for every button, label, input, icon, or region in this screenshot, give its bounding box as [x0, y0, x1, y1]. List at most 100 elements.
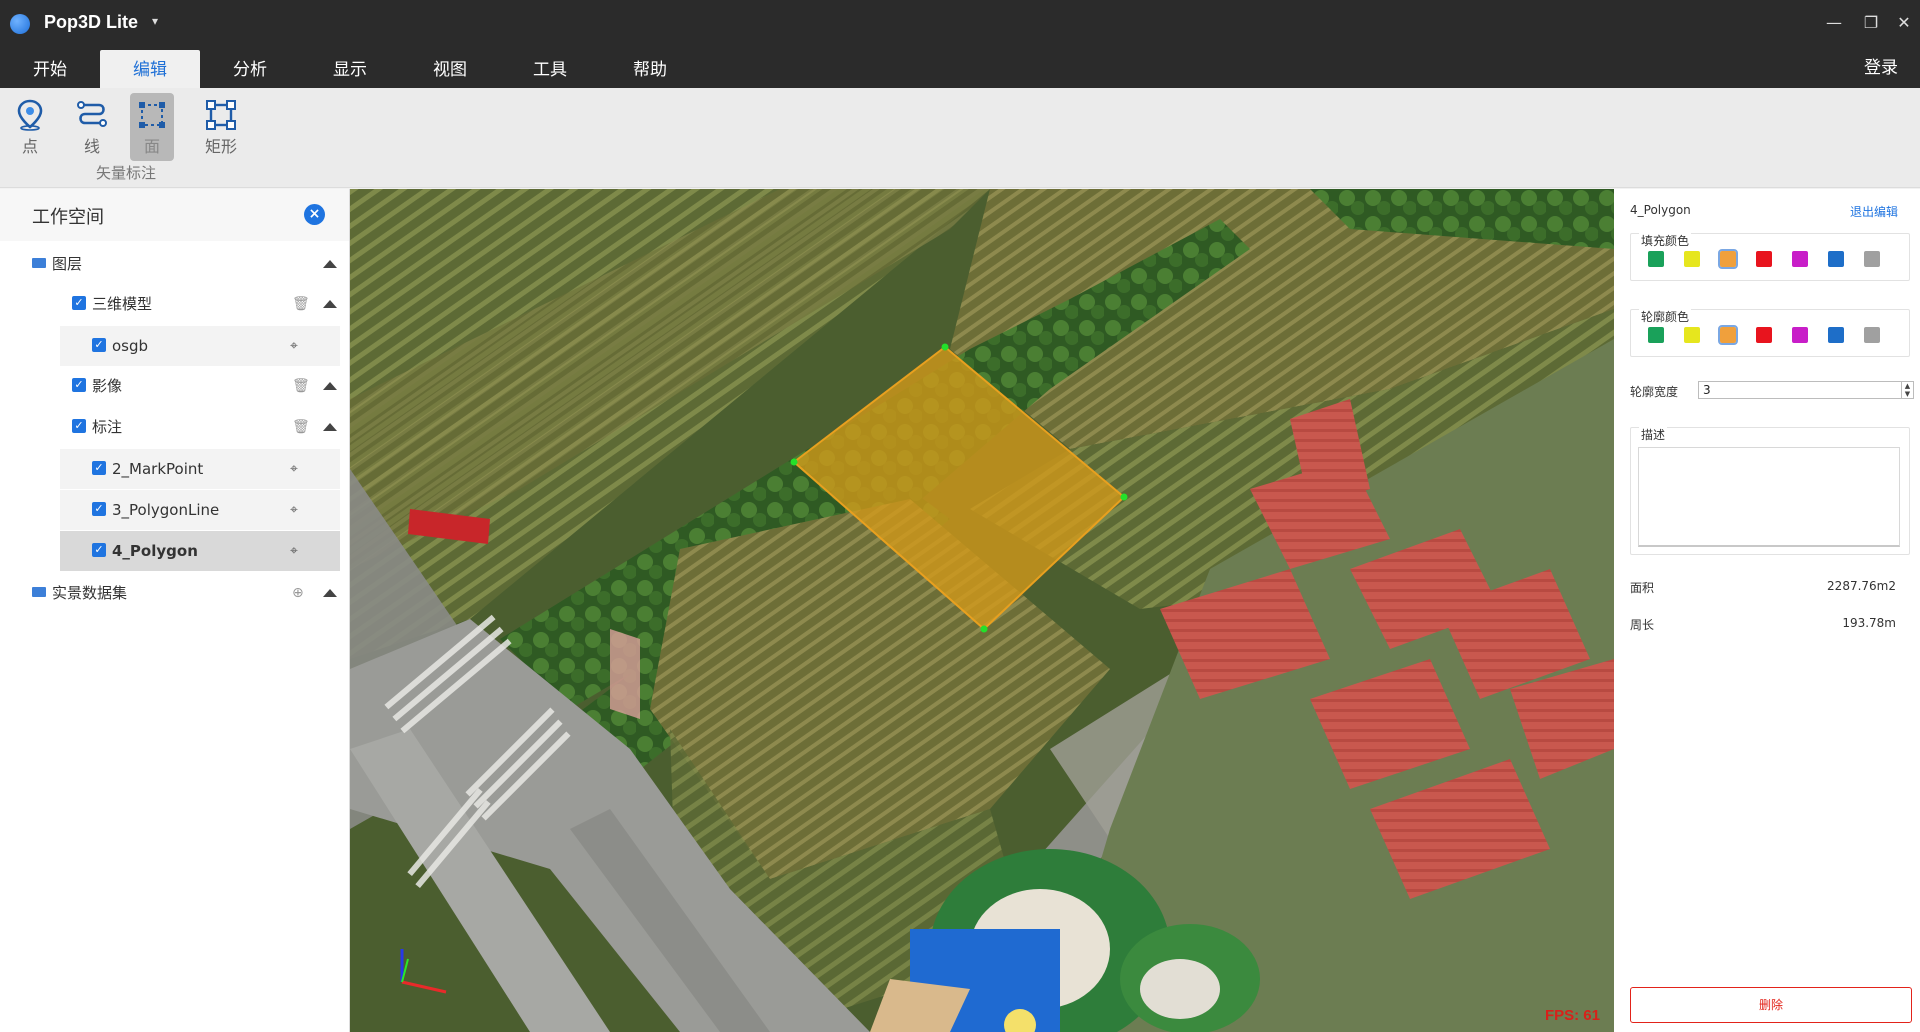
tree-label: 实景数据集: [52, 584, 128, 602]
collapse-icon[interactable]: [323, 300, 337, 308]
outline-color-swatch[interactable]: [1756, 327, 1772, 343]
trash-icon[interactable]: 🗑: [292, 407, 310, 447]
outline-width-input[interactable]: 3 ▲ ▼: [1698, 381, 1914, 399]
tree-label: osgb: [112, 337, 149, 355]
tab-edit[interactable]: 编辑: [100, 50, 200, 88]
tree-label: 三维模型: [92, 295, 153, 313]
line-tool-button[interactable]: 线: [70, 93, 114, 161]
checkbox[interactable]: ✓: [92, 460, 106, 475]
add-icon[interactable]: ⊕: [292, 573, 304, 613]
fill-color-swatch[interactable]: [1718, 249, 1738, 269]
description-textarea[interactable]: [1638, 447, 1900, 547]
description-label: 描述: [1639, 426, 1668, 443]
polygon-tool-button[interactable]: 面: [130, 93, 174, 161]
collapse-icon[interactable]: [323, 423, 337, 431]
polyline-icon: [77, 101, 107, 127]
perimeter-value: 193.78m: [1842, 616, 1896, 630]
outline-color-label: 轮廓颜色: [1639, 308, 1692, 325]
menu-bar: 开始 编辑 分析 显示 视图 工具 帮助: [0, 48, 1920, 88]
toolbar: 点 线 面 矩形 矢量标注: [0, 88, 1920, 188]
workspace-header: 工作空间 ×: [0, 189, 349, 241]
point-tool-button[interactable]: 点: [8, 93, 52, 161]
restore-icon[interactable]: ❐: [1860, 12, 1882, 34]
outline-color-swatch[interactable]: [1718, 325, 1738, 345]
locate-icon[interactable]: ⌖: [290, 326, 298, 366]
vector-annotation-group-label: 矢量标注: [96, 164, 157, 182]
locate-icon[interactable]: ⌖: [290, 490, 298, 530]
folder-icon: [32, 257, 46, 268]
fps-counter: FPS: 61: [1544, 1007, 1600, 1024]
outline-color-swatch[interactable]: [1828, 327, 1844, 343]
tree-node-annotations[interactable]: ✓ 标注 🗑: [0, 407, 350, 447]
area-label: 面积: [1630, 581, 1655, 595]
login-button[interactable]: 登录: [1864, 48, 1898, 88]
tree-node-layers[interactable]: 图层: [0, 244, 350, 284]
tree-node-3d-model[interactable]: ✓ 三维模型 🗑: [0, 284, 350, 324]
exit-edit-link[interactable]: 退出编辑: [1850, 203, 1898, 220]
minimize-icon[interactable]: —: [1823, 12, 1845, 34]
tree-node-markpoint[interactable]: ✓ 2_MarkPoint ⌖: [60, 449, 340, 489]
folder-icon: [32, 586, 46, 597]
fill-color-label: 填充颜色: [1639, 232, 1692, 249]
outline-color-swatch[interactable]: [1648, 327, 1664, 343]
map-viewport[interactable]: FPS: 61: [350, 189, 1614, 1032]
tree-label: 标注: [92, 418, 123, 436]
outline-color-swatch[interactable]: [1684, 327, 1700, 343]
aerial-scene: [350, 189, 1614, 1032]
fill-color-swatch[interactable]: [1648, 251, 1664, 267]
tree-label: 影像: [92, 377, 123, 395]
tree-label: 图层: [52, 255, 83, 273]
checkbox[interactable]: ✓: [72, 418, 86, 433]
tab-help[interactable]: 帮助: [600, 50, 700, 88]
tree-node-imagery[interactable]: ✓ 影像 🗑: [0, 366, 350, 406]
polygon-tool-label: 面: [143, 137, 160, 156]
tree-node-polygonline[interactable]: ✓ 3_PolygonLine ⌖: [60, 490, 340, 530]
tab-display[interactable]: 显示: [300, 50, 400, 88]
collapse-icon[interactable]: [323, 260, 337, 268]
checkbox[interactable]: ✓: [72, 295, 86, 310]
app-title: Pop3D Lite: [44, 12, 139, 32]
close-icon[interactable]: ✕: [1893, 12, 1915, 34]
fill-color-swatch[interactable]: [1828, 251, 1844, 267]
fill-color-swatch[interactable]: [1864, 251, 1880, 267]
locate-icon[interactable]: ⌖: [290, 449, 298, 489]
point-tool-label: 点: [21, 137, 38, 156]
checkbox[interactable]: ✓: [72, 377, 86, 392]
close-icon[interactable]: ×: [304, 204, 325, 225]
chevron-down-icon[interactable]: ▾: [152, 14, 158, 28]
perimeter-label: 周长: [1630, 618, 1655, 632]
tree-node-polygon[interactable]: ✓ 4_Polygon ⌖: [60, 531, 340, 571]
tree-label: 3_PolygonLine: [112, 501, 220, 519]
checkbox[interactable]: ✓: [92, 501, 106, 516]
outline-color-swatch[interactable]: [1792, 327, 1808, 343]
tab-start[interactable]: 开始: [0, 50, 100, 88]
trash-icon[interactable]: 🗑: [292, 366, 310, 406]
location-pin-icon: [17, 99, 43, 131]
checkbox[interactable]: ✓: [92, 542, 106, 557]
stepper-icon[interactable]: ▲ ▼: [1901, 382, 1913, 398]
fill-color-swatch[interactable]: [1756, 251, 1772, 267]
title-bar: Pop3D Lite ▾ — ❐ ✕: [0, 0, 1920, 48]
workspace-panel: 工作空间 × 图层 ✓ 三维模型 🗑 ✓ osgb ⌖ ✓ 影像 🗑 ✓ 标注 🗑 ✓ 2…: [0, 189, 350, 1032]
properties-panel: 4_Polygon 退出编辑 填充颜色 轮廓颜色 轮廓宽度 3 ▲ ▼ 描述 面积…: [1614, 189, 1920, 1032]
rectangle-icon: [206, 100, 236, 130]
tree-node-osgb[interactable]: ✓ osgb ⌖: [60, 326, 340, 366]
fill-color-swatch[interactable]: [1792, 251, 1808, 267]
collapse-icon[interactable]: [323, 589, 337, 597]
collapse-icon[interactable]: [323, 382, 337, 390]
outline-color-swatch[interactable]: [1864, 327, 1880, 343]
rectangle-tool-button[interactable]: 矩形: [196, 93, 246, 161]
tab-analysis[interactable]: 分析: [200, 50, 300, 88]
fill-color-swatch[interactable]: [1684, 251, 1700, 267]
outline-width-value: 3: [1703, 383, 1711, 397]
tree-node-dataset[interactable]: 实景数据集 ⊕: [0, 573, 350, 613]
trash-icon[interactable]: 🗑: [292, 284, 310, 324]
area-value: 2287.76m2: [1827, 579, 1896, 593]
checkbox[interactable]: ✓: [92, 337, 106, 352]
globe-icon: [10, 14, 30, 34]
locate-icon[interactable]: ⌖: [290, 531, 298, 571]
delete-button[interactable]: 删除: [1630, 987, 1912, 1023]
tab-tools[interactable]: 工具: [500, 50, 600, 88]
tab-view[interactable]: 视图: [400, 50, 500, 88]
workspace-title: 工作空间: [32, 207, 104, 228]
